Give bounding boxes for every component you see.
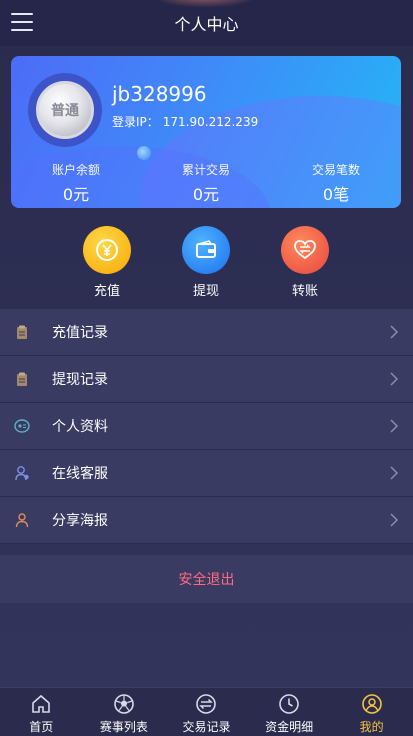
tab-label: 我的 [359, 720, 384, 734]
yuan-coin-icon [83, 226, 131, 274]
transfer-label: 转账 [291, 284, 318, 299]
menu-item-share-poster[interactable]: 分享海报 [0, 497, 413, 544]
quick-actions: 充值 提现 转账 [0, 226, 413, 300]
stat-value: 0笔 [322, 185, 350, 204]
tab-label: 赛事列表 [99, 720, 148, 734]
user-icon [361, 694, 382, 714]
clipboard-icon [17, 372, 27, 386]
menu-item-withdraw-records[interactable]: 提现记录 [0, 356, 413, 403]
page-title: 个人中心 [174, 15, 239, 34]
login-ip-value: 171.90.212.239 [162, 115, 259, 129]
hamburger-menu-icon[interactable] [11, 13, 33, 31]
recharge-button[interactable]: 充值 [77, 226, 137, 299]
menu-item-label: 个人资料 [52, 419, 108, 435]
tab-label: 首页 [29, 720, 54, 734]
header-glow [150, 0, 260, 8]
stat-trade-count: 交易笔数 0笔 [271, 161, 401, 205]
tab-label: 交易记录 [182, 720, 231, 734]
logout-label: 安全退出 [178, 572, 235, 588]
menu-list: 充值记录 提现记录 个人资料 在线客服 分享海报 [0, 309, 413, 544]
profile-card-icon [14, 419, 30, 433]
chevron-right-icon [390, 372, 399, 386]
tab-label: 资金明细 [265, 720, 314, 734]
heart-transfer-icon [281, 226, 329, 274]
clipboard-icon [17, 325, 27, 339]
avatar: 普通 [28, 73, 102, 147]
login-ip-label: 登录IP： [112, 115, 159, 129]
tab-mine[interactable]: 我的 [330, 688, 413, 736]
wallet-icon [182, 226, 230, 274]
chevron-right-icon [390, 466, 399, 480]
member-level-badge: 普通 [36, 81, 94, 139]
withdraw-button[interactable]: 提现 [176, 226, 236, 299]
home-icon [32, 694, 51, 713]
menu-item-label: 提现记录 [52, 372, 108, 388]
menu-item-customer-service[interactable]: 在线客服 [0, 450, 413, 497]
withdraw-label: 提现 [192, 284, 219, 299]
card-dot-decoration [137, 146, 151, 160]
share-person-icon [15, 513, 29, 528]
tab-home[interactable]: 首页 [0, 688, 83, 736]
stat-value: 0元 [62, 185, 90, 204]
menu-item-recharge-records[interactable]: 充值记录 [0, 309, 413, 356]
chevron-right-icon [390, 325, 399, 339]
tab-trade-records[interactable]: 交易记录 [165, 688, 248, 736]
profile-card: 普通 jb328996 登录IP： 171.90.212.239 账户余额 0元 … [11, 56, 401, 208]
exchange-icon [196, 694, 217, 714]
menu-item-label: 在线客服 [52, 466, 108, 482]
logout-button[interactable]: 安全退出 [0, 555, 413, 603]
stat-value: 0元 [192, 185, 220, 204]
menu-item-profile[interactable]: 个人资料 [0, 403, 413, 450]
stat-label: 交易笔数 [311, 163, 360, 177]
account-stats: 账户余额 0元 累计交易 0元 交易笔数 0笔 [11, 161, 401, 205]
soccer-ball-icon [114, 694, 134, 714]
member-level-text: 普通 [51, 103, 79, 119]
stat-label: 账户余额 [51, 163, 100, 177]
customer-service-icon [15, 466, 29, 481]
stat-label: 累计交易 [181, 163, 230, 177]
transfer-button[interactable]: 转账 [275, 226, 335, 299]
stat-total-trade: 累计交易 0元 [141, 161, 271, 205]
stat-balance: 账户余额 0元 [11, 161, 141, 205]
bottom-tab-bar: 首页 赛事列表 交易记录 资金明细 我的 [0, 687, 413, 736]
tab-fund-details[interactable]: 资金明细 [248, 688, 331, 736]
tab-matches[interactable]: 赛事列表 [83, 688, 166, 736]
login-ip-row: 登录IP： 171.90.212.239 [112, 113, 258, 130]
chevron-right-icon [390, 419, 399, 433]
menu-item-label: 分享海报 [52, 513, 108, 529]
username: jb328996 [112, 82, 207, 106]
header: 个人中心 [0, 0, 413, 46]
recharge-label: 充值 [93, 284, 120, 299]
clock-icon [279, 694, 299, 714]
chevron-right-icon [390, 513, 399, 527]
menu-item-label: 充值记录 [52, 325, 108, 341]
